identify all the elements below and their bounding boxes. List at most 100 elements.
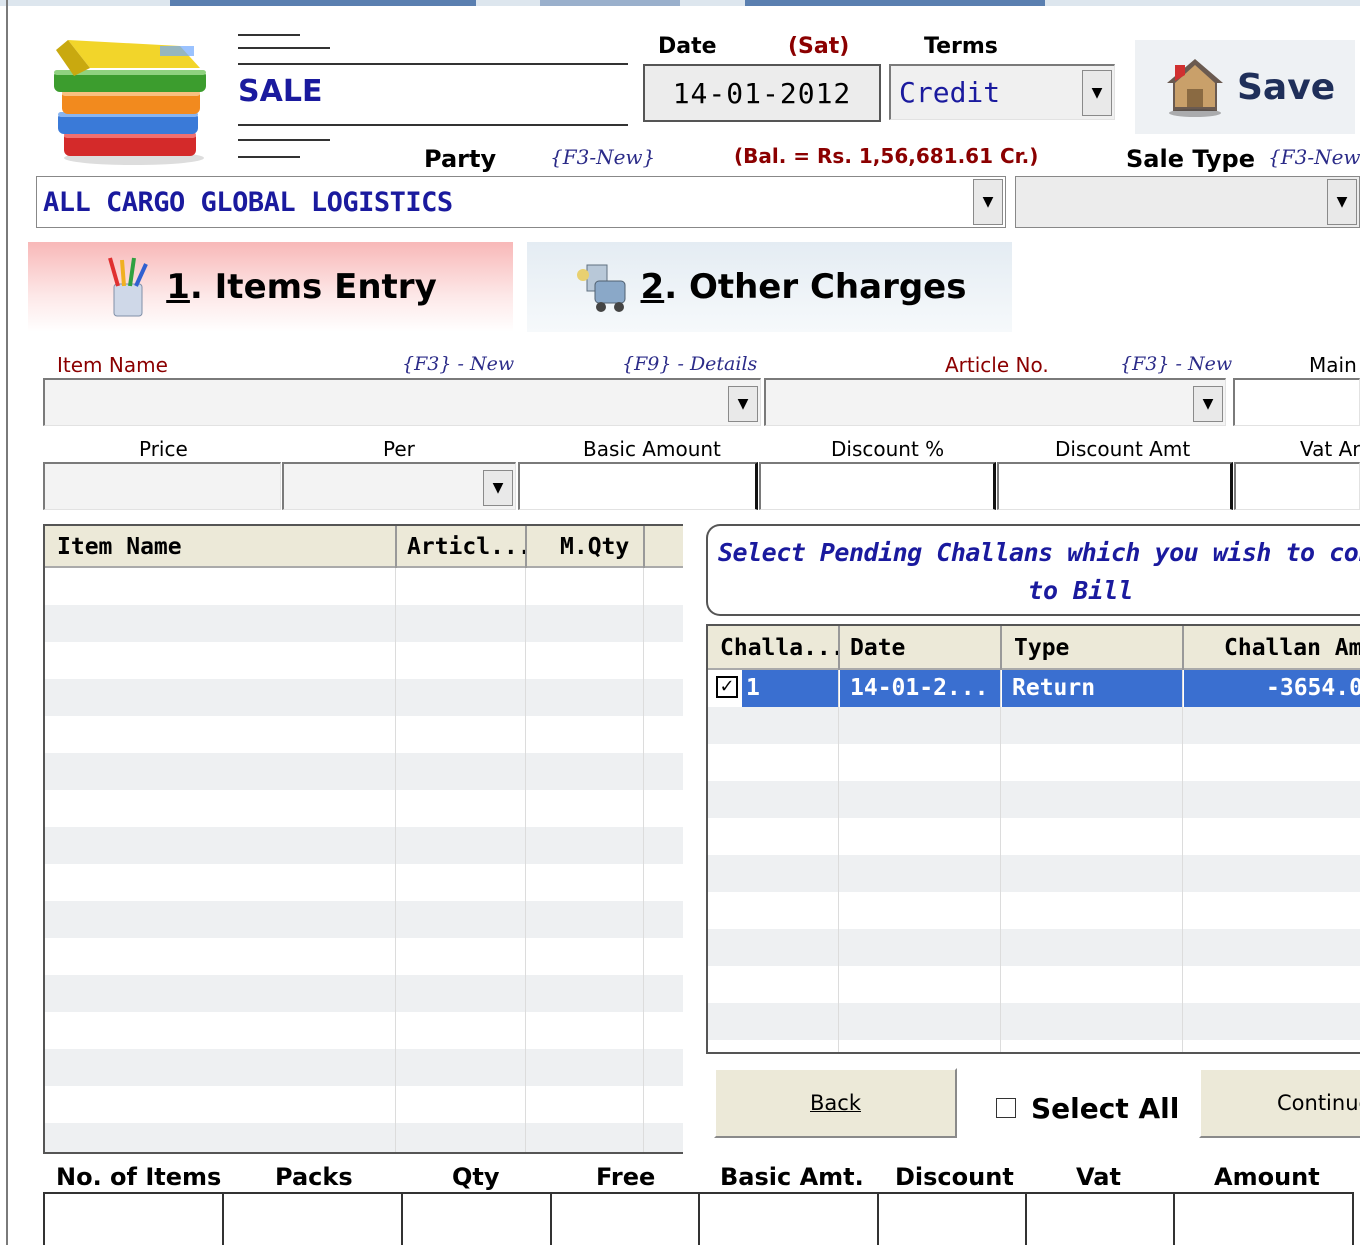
col-challan[interactable]: Challa...: [720, 635, 845, 661]
tab-items-entry-number: 1: [166, 267, 190, 307]
col-m-qty[interactable]: M.Qty: [560, 534, 629, 560]
footer-packs-label: Packs: [275, 1163, 353, 1191]
header-rule: [238, 124, 628, 126]
date-field[interactable]: 14-01-2012: [643, 64, 881, 122]
window-top-bar: [0, 0, 1360, 6]
article-new-hint: {F3} - New: [1120, 353, 1233, 375]
pencil-cup-icon: [104, 256, 152, 318]
vat-amount-label: Vat An: [1300, 437, 1360, 461]
terms-value: Credit: [899, 76, 1001, 109]
chevron-down-icon[interactable]: ▼: [728, 386, 758, 422]
prompt-line-1: Select Pending Challans which you wish t…: [718, 538, 1360, 567]
terms-label: Terms: [924, 34, 998, 59]
footer-packs-field: [222, 1192, 403, 1245]
footer-free-label: Free: [596, 1163, 656, 1191]
tab-items-entry[interactable]: 1 . Items Entry: [28, 242, 513, 332]
back-button[interactable]: Back: [714, 1068, 957, 1138]
tab-items-entry-label: . Items Entry: [189, 267, 437, 307]
footer-free-field: [550, 1192, 700, 1245]
article-no-label: Article No.: [945, 353, 1049, 377]
save-label: Save: [1237, 66, 1336, 108]
party-value: ALL CARGO GLOBAL LOGISTICS: [43, 187, 453, 218]
back-label: Back: [810, 1091, 861, 1115]
party-label: Party: [424, 145, 497, 173]
row-challan-no: 1: [746, 675, 760, 701]
footer-qty-field: [401, 1192, 552, 1245]
day-label: (Sat): [788, 34, 850, 59]
prompt-line-2: to Bill: [1028, 576, 1134, 605]
price-label: Price: [139, 437, 188, 461]
save-house-icon: [1163, 55, 1227, 119]
sale-type-dropdown[interactable]: ▼: [1015, 176, 1360, 228]
col-article[interactable]: Articl...: [407, 534, 532, 560]
items-grid[interactable]: Item Name Articl... M.Qty: [43, 524, 683, 1154]
chevron-down-icon[interactable]: ▼: [1082, 70, 1112, 116]
items-grid-body: [45, 568, 683, 1152]
vehicle-charges-icon: [573, 259, 633, 315]
footer-no-of-items-label: No. of Items: [56, 1163, 222, 1191]
footer-discount-field: [877, 1192, 1027, 1245]
header-rule: [238, 47, 330, 49]
challans-grid[interactable]: Challa... Date Type Challan Amt ✓ 1 14-0…: [706, 624, 1360, 1054]
footer-qty-label: Qty: [452, 1163, 500, 1191]
chevron-down-icon[interactable]: ▼: [973, 179, 1003, 225]
terms-dropdown[interactable]: Credit ▼: [889, 64, 1115, 120]
challans-grid-body: ✓ 1 14-01-2... Return -3654.0: [708, 670, 1360, 1052]
items-grid-header: Item Name Articl... M.Qty: [45, 526, 683, 568]
form-title: SALE: [238, 74, 323, 109]
per-label: Per: [383, 437, 415, 461]
item-name-label: Item Name: [57, 353, 168, 377]
discount-pct-label: Discount %: [831, 437, 945, 461]
basic-amount-label: Basic Amount: [583, 437, 721, 461]
save-button[interactable]: Save: [1135, 40, 1355, 134]
party-new-hint: {F3-New}: [550, 145, 656, 169]
tab-other-charges-number: 2: [640, 267, 665, 307]
chevron-down-icon[interactable]: ▼: [483, 470, 513, 506]
footer-no-of-items-field: [43, 1192, 224, 1245]
header-rule: [238, 139, 330, 141]
basic-amount-field[interactable]: [518, 462, 758, 510]
row-date: 14-01-2...: [850, 675, 989, 701]
continue-label: Continue: [1277, 1091, 1360, 1115]
chevron-down-icon[interactable]: ▼: [1327, 179, 1357, 225]
footer-vat-field: [1025, 1192, 1175, 1245]
tab-other-charges-label: . Other Charges: [664, 267, 967, 307]
window-left-border: [6, 0, 8, 1245]
discount-amt-label: Discount Amt: [1055, 437, 1191, 461]
per-dropdown[interactable]: ▼: [282, 462, 516, 510]
price-field[interactable]: [43, 462, 281, 510]
footer-amount-field: [1173, 1192, 1354, 1245]
table-row[interactable]: ✓ 1 14-01-2... Return -3654.0: [708, 670, 1360, 707]
discount-amt-field[interactable]: [997, 462, 1233, 510]
sale-type-new-hint: {F3-New}: [1268, 145, 1360, 169]
row-checkbox[interactable]: ✓: [716, 676, 738, 698]
party-dropdown[interactable]: ALL CARGO GLOBAL LOGISTICS ▼: [36, 176, 1006, 228]
main-label: Main: [1309, 353, 1357, 377]
select-all-checkbox[interactable]: [996, 1098, 1016, 1118]
header-rule: [238, 34, 300, 36]
main-field[interactable]: [1233, 378, 1360, 426]
col-item-name[interactable]: Item Name: [57, 534, 182, 560]
date-value: 14-01-2012: [672, 76, 852, 110]
select-all-label[interactable]: Select All: [1031, 1092, 1179, 1125]
pending-challans-prompt: Select Pending Challans which you wish t…: [706, 524, 1360, 616]
item-new-hint: {F3} - New: [402, 353, 515, 375]
col-date[interactable]: Date: [850, 635, 905, 661]
footer-basic-amt-field: [698, 1192, 879, 1245]
item-name-dropdown[interactable]: ▼: [43, 378, 761, 426]
vat-amount-field[interactable]: [1234, 462, 1360, 510]
chevron-down-icon[interactable]: ▼: [1193, 386, 1223, 422]
continue-button[interactable]: Continue: [1199, 1068, 1360, 1138]
footer-basic-amt-label: Basic Amt.: [720, 1163, 864, 1191]
article-no-dropdown[interactable]: ▼: [764, 378, 1226, 426]
item-details-hint: {F9} - Details: [622, 353, 758, 375]
footer-amount-label: Amount: [1214, 1163, 1320, 1191]
header-rule: [238, 63, 628, 65]
date-label: Date: [658, 34, 717, 59]
col-type[interactable]: Type: [1014, 635, 1069, 661]
books-logo-icon: [50, 32, 220, 167]
discount-pct-field[interactable]: [759, 462, 996, 510]
party-balance: (Bal. = Rs. 1,56,681.61 Cr.): [734, 144, 1039, 168]
tab-other-charges[interactable]: 2 . Other Charges: [527, 242, 1012, 332]
col-challan-amt[interactable]: Challan Amt: [1224, 635, 1360, 661]
